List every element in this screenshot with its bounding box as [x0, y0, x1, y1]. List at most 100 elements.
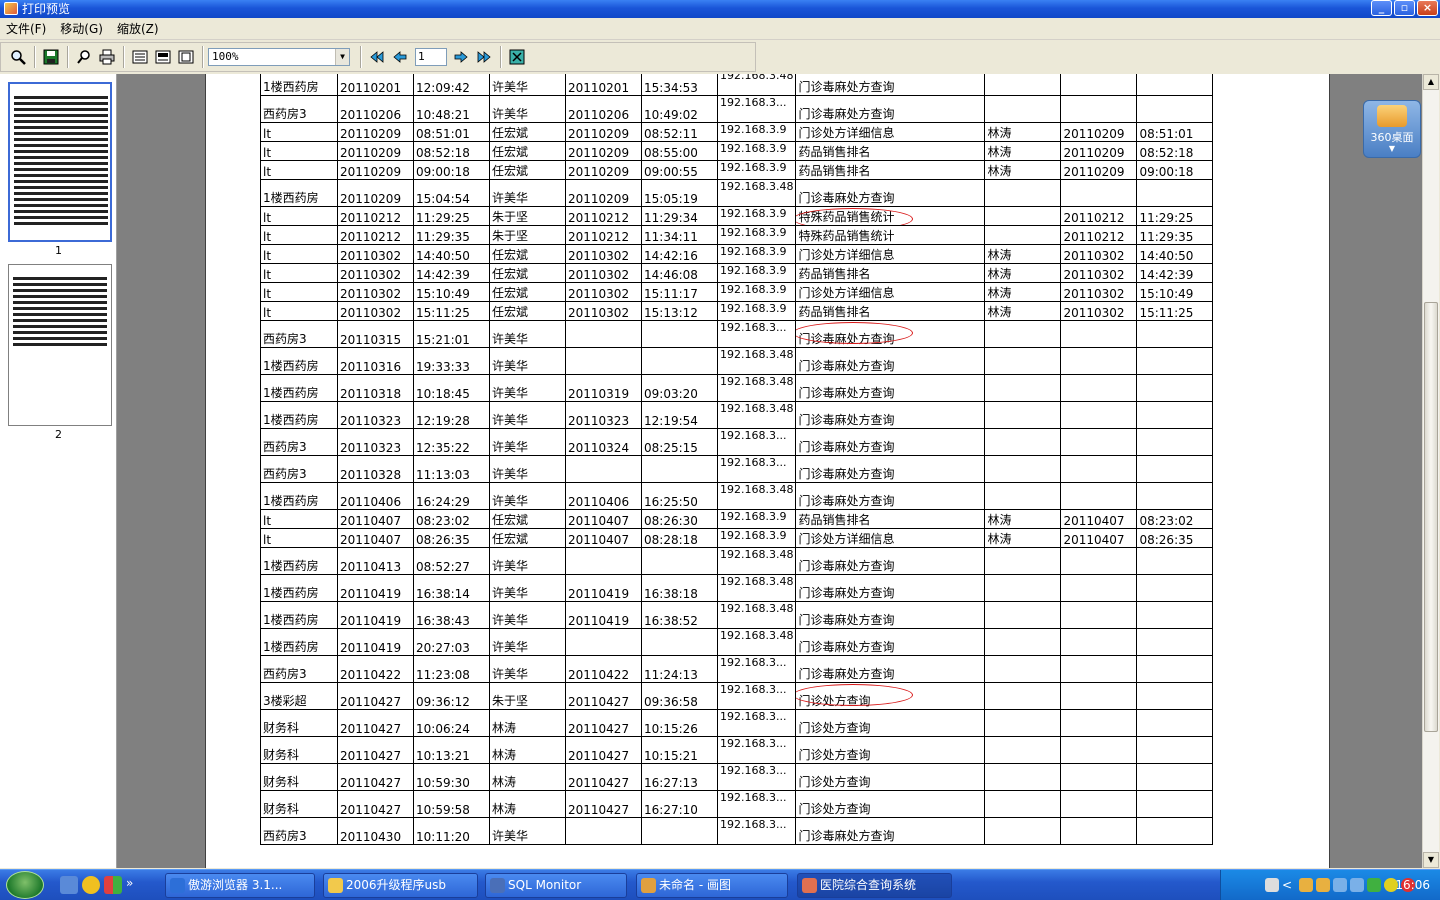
- table-row: 1楼西药房 20110413 08:52:27 许美华 192.168.3.48 门诊毒麻…: [260, 547, 1214, 575]
- print-button[interactable]: [96, 46, 118, 68]
- menu-move[interactable]: 移动(G): [60, 20, 103, 37]
- browser-quick-icon[interactable]: [60, 876, 78, 894]
- table-cell: 192.168.3...: [716, 428, 797, 456]
- table-cell: 20110427: [565, 709, 642, 737]
- table-cell: 192.168.3.9: [716, 244, 797, 264]
- windows-quick-icon[interactable]: [104, 876, 122, 894]
- minimize-button[interactable]: _: [1371, 0, 1392, 16]
- page-number-input[interactable]: 1: [415, 48, 447, 66]
- table-cell: 20110427: [565, 682, 642, 710]
- table-cell: 20110427: [337, 709, 414, 737]
- table-cell: 20110407: [337, 528, 414, 548]
- scroll-down-button[interactable]: ▼: [1423, 852, 1439, 868]
- table-cell: 16:24:29: [413, 482, 490, 510]
- table-cell: 许美华: [489, 320, 566, 348]
- zoom-select[interactable]: 100% ▼: [208, 48, 350, 66]
- table-cell: 20110406: [565, 482, 642, 510]
- network-icon[interactable]: [1350, 878, 1364, 892]
- keyboard-icon[interactable]: [1265, 878, 1279, 892]
- table-cell: 20110209: [1060, 122, 1138, 142]
- table-row: 1楼西药房 20110419 16:38:14 许美华 20110419 16:38:18…: [260, 574, 1214, 602]
- close-preview-button[interactable]: [506, 46, 528, 68]
- table-cell: 11:29:34: [641, 206, 718, 226]
- table-cell: [1136, 74, 1214, 96]
- table-cell: 192.168.3.48: [716, 547, 797, 575]
- last-page-button[interactable]: [473, 46, 495, 68]
- taskbar-button[interactable]: SQL Monitor: [485, 873, 627, 898]
- start-button[interactable]: [6, 871, 44, 899]
- chevron-down-icon[interactable]: ▼: [335, 49, 349, 65]
- table-cell: 门诊毒麻处方查询: [795, 320, 986, 348]
- table-cell: [641, 347, 718, 375]
- page-thumbnail-1[interactable]: [8, 82, 112, 242]
- table-cell: 门诊毒麻处方查询: [795, 601, 986, 629]
- table-cell: [984, 428, 1062, 456]
- first-page-button[interactable]: [366, 46, 388, 68]
- table-cell: 16:38:43: [413, 601, 490, 629]
- previous-page-button[interactable]: [389, 46, 411, 68]
- preview-area[interactable]: 1楼西药房 20110201 12:09:42 许美华 20110201 15:34:53…: [117, 74, 1422, 868]
- shield-icon[interactable]: [1367, 878, 1381, 892]
- table-cell: 192.168.3.48: [716, 574, 797, 602]
- table-cell: 任宏斌: [489, 301, 566, 321]
- thumbnail-preview-1: [14, 92, 108, 232]
- single-page-button[interactable]: [129, 46, 151, 68]
- close-button[interactable]: ×: [1417, 0, 1438, 16]
- thumbnail-preview-2: [13, 273, 107, 353]
- taskbar-button[interactable]: 未命名 - 画图: [636, 873, 788, 898]
- table-cell: 08:26:30: [641, 509, 718, 529]
- table-cell: 20110328: [337, 455, 414, 483]
- taskbar-button-label: 未命名 - 画图: [659, 878, 731, 892]
- table-row: lt 20110407 08:23:02 任宏斌 20110407 08:26:30 192…: [260, 509, 1214, 529]
- plus-quick-icon[interactable]: [82, 876, 100, 894]
- next-page-button[interactable]: [450, 46, 472, 68]
- table-cell: 门诊毒麻处方查询: [795, 455, 986, 483]
- floppy-disk-icon: [43, 49, 59, 65]
- maximize-button[interactable]: ▫: [1394, 0, 1415, 16]
- app-icon: [490, 878, 505, 893]
- table-cell: 20110302: [337, 282, 414, 302]
- search-printer-icon: [77, 50, 90, 64]
- menu-zoom[interactable]: 缩放(Z): [117, 20, 159, 37]
- zoom-tool-button[interactable]: [7, 46, 29, 68]
- table-cell: 门诊处方详细信息: [795, 122, 986, 142]
- table-cell: 08:26:35: [1136, 528, 1214, 548]
- page-width-button[interactable]: [152, 46, 174, 68]
- print-setup-button[interactable]: [73, 46, 95, 68]
- desktop-360-widget[interactable]: 360桌面 ▼: [1363, 100, 1421, 158]
- table-cell: 20110422: [565, 655, 642, 683]
- table-cell: 门诊毒麻处方查询: [795, 347, 986, 375]
- save-button[interactable]: [40, 46, 62, 68]
- taskbar-button[interactable]: 傲游浏览器 3.1...: [165, 873, 315, 898]
- taskbar-button[interactable]: 2006升级程序usb: [323, 873, 478, 898]
- table-cell: 09:00:18: [1136, 160, 1214, 180]
- scroll-up-button[interactable]: ▲: [1423, 74, 1439, 90]
- thumbnail-label-2: 2: [55, 428, 62, 441]
- table-cell: 20110212: [337, 225, 414, 245]
- page-thumbnail-2[interactable]: [8, 264, 112, 426]
- page-lines-icon: [132, 50, 148, 64]
- table-cell: [1060, 790, 1138, 818]
- table-cell: 14:40:50: [1136, 244, 1214, 264]
- table-cell: 林涛: [984, 263, 1062, 283]
- menu-file[interactable]: 文件(F): [6, 20, 46, 37]
- toolbar-separator: [67, 46, 69, 68]
- taskbar-button[interactable]: 医院综合查询系统: [797, 873, 952, 898]
- vertical-scrollbar[interactable]: ▲ ▼: [1422, 74, 1439, 868]
- table-row: 财务科 20110427 10:59:58 林涛 20110427 16:27:10 192…: [260, 790, 1214, 818]
- table-cell: 08:52:27: [413, 547, 490, 575]
- table-cell: [984, 225, 1062, 245]
- whole-page-button[interactable]: [175, 46, 197, 68]
- table-cell: 15:10:49: [1136, 282, 1214, 302]
- table-row: 1楼西药房 20110316 19:33:33 许美华 192.168.3.48 门诊毒麻…: [260, 347, 1214, 375]
- qq-icon[interactable]: [1299, 878, 1313, 892]
- table-cell: [641, 320, 718, 348]
- system-tray: < 16:06: [1220, 870, 1440, 900]
- more-chevron-icon[interactable]: »: [126, 876, 144, 894]
- table-cell: [1060, 763, 1138, 791]
- qq-icon[interactable]: [1316, 878, 1330, 892]
- network-icon[interactable]: [1333, 878, 1347, 892]
- chevron-left-icon[interactable]: <: [1282, 878, 1296, 892]
- cube-icon: [1377, 105, 1407, 127]
- scrollbar-thumb[interactable]: [1424, 302, 1438, 732]
